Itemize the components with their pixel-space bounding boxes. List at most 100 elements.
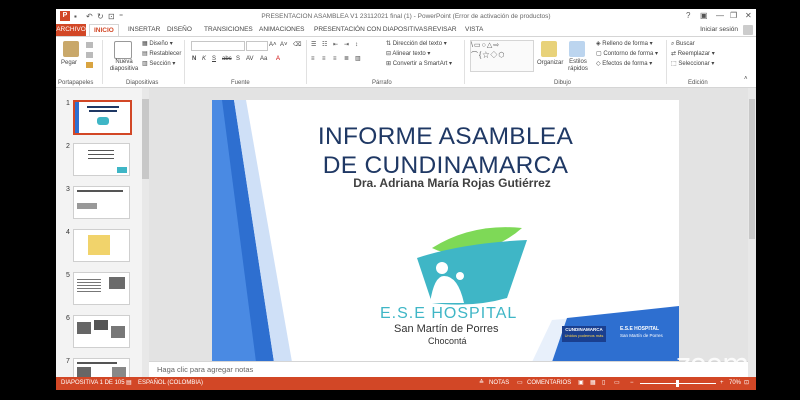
align-right-icon[interactable]: ≡ bbox=[333, 55, 337, 64]
tab-diseno[interactable]: DISEÑO bbox=[167, 24, 192, 36]
tab-inicio[interactable]: INICIO bbox=[89, 24, 119, 36]
slide-title[interactable]: INFORME ASAMBLEA DE CUNDINAMARCA bbox=[212, 122, 679, 180]
slide-thumbnail-1[interactable] bbox=[73, 100, 132, 135]
convert-smartart-button[interactable]: ⊞ Convertir a SmartArt ▾ bbox=[386, 60, 452, 69]
quick-styles-button[interactable]: Estilos rápidos bbox=[566, 59, 590, 73]
shrink-font-icon[interactable]: A˅ bbox=[280, 41, 288, 50]
powerpoint-icon[interactable]: P bbox=[60, 11, 70, 21]
thumbnails-scroll-thumb[interactable] bbox=[142, 99, 149, 179]
ribbon-display-options-button[interactable]: ▣ bbox=[700, 10, 708, 22]
save-icon[interactable]: ▪ bbox=[74, 11, 77, 22]
tab-vista[interactable]: VISTA bbox=[465, 24, 483, 36]
slide-canvas[interactable]: INFORME ASAMBLEA DE CUNDINAMARCA Dra. Ad… bbox=[212, 100, 679, 362]
shape-rect-icon[interactable]: ▭ bbox=[474, 42, 482, 49]
slide-thumbnail-5[interactable] bbox=[73, 272, 130, 305]
decrease-indent-icon[interactable]: ⇤ bbox=[333, 41, 338, 50]
paste-icon[interactable] bbox=[63, 41, 79, 57]
line-spacing-icon[interactable]: ↕ bbox=[355, 41, 358, 50]
tab-insertar[interactable]: INSERTAR bbox=[128, 24, 160, 36]
strikethrough-button[interactable]: abc bbox=[222, 55, 232, 64]
tab-animaciones[interactable]: ANIMACIONES bbox=[259, 24, 305, 36]
slide-thumbnail-3[interactable] bbox=[73, 186, 130, 219]
collapse-ribbon-icon[interactable]: ˄ bbox=[744, 75, 748, 84]
tab-archivo[interactable]: ARCHIVO bbox=[56, 24, 86, 36]
cut-icon[interactable] bbox=[86, 42, 93, 48]
shape-arrow-icon[interactable]: ⇨ bbox=[493, 42, 500, 49]
redo-icon[interactable]: ↻ bbox=[97, 11, 104, 22]
find-button[interactable]: ⌕ Buscar bbox=[671, 40, 695, 49]
shape-curve-icon[interactable]: ⌒ bbox=[471, 52, 479, 59]
section-button[interactable]: ▥ Sección ▾ bbox=[142, 60, 175, 69]
reading-view-icon[interactable]: ▯ bbox=[602, 377, 605, 390]
change-case-button[interactable]: Aa bbox=[260, 55, 267, 64]
reset-button[interactable]: ▤ Restablecer bbox=[142, 50, 181, 59]
zoom-out-button[interactable]: − bbox=[630, 377, 634, 390]
numbering-icon[interactable]: ☷ bbox=[322, 41, 327, 50]
grow-font-icon[interactable]: A˄ bbox=[269, 41, 277, 50]
paste-button[interactable]: Pegar bbox=[61, 59, 77, 68]
notes-icon[interactable]: ≙ bbox=[479, 377, 484, 390]
bullets-icon[interactable]: ☰ bbox=[311, 41, 316, 50]
layout-button[interactable]: ▦ Diseño ▾ bbox=[142, 40, 173, 49]
new-slide-button[interactable]: Nueva diapositiva bbox=[109, 59, 139, 73]
slideshow-icon[interactable]: ▭ bbox=[614, 377, 620, 390]
arrange-icon[interactable] bbox=[541, 41, 557, 57]
tab-presentacion[interactable]: PRESENTACIÓN CON DIAPOSITIVAS bbox=[314, 24, 428, 36]
language-indicator[interactable]: ESPAÑOL (COLOMBIA) bbox=[138, 377, 203, 390]
shape-fill-button[interactable]: ◈ Relleno de forma ▾ bbox=[596, 40, 653, 49]
slide-thumbnail-2[interactable] bbox=[73, 143, 130, 176]
text-direction-button[interactable]: ⇅ Dirección del texto ▾ bbox=[386, 40, 447, 49]
comments-button[interactable]: COMENTARIOS bbox=[527, 377, 571, 390]
shape-hexagon-icon[interactable]: ⬡ bbox=[498, 52, 505, 59]
quick-styles-icon[interactable] bbox=[569, 41, 585, 57]
shape-effects-button[interactable]: ◇ Efectos de forma ▾ bbox=[596, 60, 652, 69]
avatar[interactable] bbox=[743, 25, 753, 35]
replace-button[interactable]: ⇄ Reemplazar ▾ bbox=[671, 50, 715, 59]
bold-button[interactable]: N bbox=[192, 55, 196, 64]
notes-button[interactable]: NOTAS bbox=[489, 377, 509, 390]
new-slide-icon[interactable] bbox=[114, 41, 132, 59]
tab-transiciones[interactable]: TRANSICIONES bbox=[204, 24, 253, 36]
shadow-button[interactable]: S bbox=[236, 55, 240, 64]
slide-thumbnail-6[interactable] bbox=[73, 315, 130, 348]
tab-revisar[interactable]: REVISAR bbox=[428, 24, 457, 36]
normal-view-icon[interactable]: ▣ bbox=[578, 377, 584, 390]
slide-sorter-icon[interactable]: ▦ bbox=[590, 377, 596, 390]
restore-button[interactable]: ❐ bbox=[730, 10, 737, 22]
minimize-button[interactable]: — bbox=[716, 10, 724, 22]
copy-icon[interactable] bbox=[86, 52, 93, 58]
signin-link[interactable]: Iniciar sesión bbox=[700, 24, 738, 36]
columns-icon[interactable]: ▥ bbox=[355, 55, 361, 64]
select-button[interactable]: ⬚ Seleccionar ▾ bbox=[671, 60, 714, 69]
zoom-slider-handle[interactable] bbox=[676, 380, 679, 387]
customize-quick-access-icon[interactable]: ⁼ bbox=[119, 11, 123, 22]
help-button[interactable]: ? bbox=[686, 10, 690, 22]
align-left-icon[interactable]: ≡ bbox=[311, 55, 315, 64]
font-size-field[interactable] bbox=[246, 41, 268, 51]
arrange-button[interactable]: Organizar bbox=[537, 59, 563, 68]
undo-icon[interactable]: ↶ bbox=[86, 11, 93, 22]
align-center-icon[interactable]: ≡ bbox=[322, 55, 326, 64]
shapes-gallery[interactable]: \▭○△⇨ ⌒{☆◇⬡ bbox=[470, 40, 534, 72]
start-presentation-icon[interactable]: ⊡ bbox=[108, 11, 115, 22]
proofing-icon[interactable]: ▤ bbox=[126, 377, 132, 390]
notes-pane[interactable]: Haga clic para agregar notas bbox=[149, 361, 748, 378]
slide-thumbnail-7[interactable] bbox=[73, 358, 130, 377]
slide-subtitle[interactable]: Dra. Adriana María Rojas Gutiérrez bbox=[302, 176, 602, 190]
comments-icon[interactable]: ▭ bbox=[517, 377, 523, 390]
font-color-button[interactable]: A bbox=[276, 55, 280, 64]
char-spacing-button[interactable]: AV bbox=[246, 55, 254, 64]
align-text-button[interactable]: ⊟ Alinear texto ▾ bbox=[386, 50, 430, 59]
slide-thumbnail-4[interactable] bbox=[73, 229, 130, 262]
format-painter-icon[interactable] bbox=[86, 62, 93, 68]
underline-button[interactable]: S bbox=[212, 55, 216, 64]
clear-format-icon[interactable]: ⌫ bbox=[293, 41, 301, 50]
shape-outline-button[interactable]: ▢ Contorno de forma ▾ bbox=[596, 50, 658, 59]
close-button[interactable]: ✕ bbox=[745, 10, 752, 22]
italic-button[interactable]: K bbox=[202, 55, 206, 64]
font-name-field[interactable] bbox=[191, 41, 245, 51]
increase-indent-icon[interactable]: ⇥ bbox=[344, 41, 349, 50]
justify-icon[interactable]: ≣ bbox=[344, 55, 349, 64]
badge-hospital-sub: San Martín de Porres bbox=[620, 333, 663, 338]
editor-scroll-thumb[interactable] bbox=[749, 99, 755, 239]
